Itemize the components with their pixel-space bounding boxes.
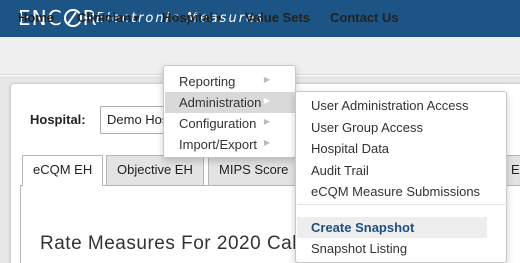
nav-value-sets[interactable]: Value Sets <box>245 10 310 25</box>
nav-home[interactable]: Home <box>18 10 54 25</box>
menu-item-label: Administration <box>179 95 262 110</box>
submenu-user-group-access[interactable]: User Group Access <box>297 117 487 138</box>
menu-item-administration[interactable]: Administration ▶ <box>165 92 296 113</box>
tab-ecqm-eh[interactable]: eCQM EH <box>22 155 104 186</box>
menu-item-label: Import/Export <box>179 137 258 152</box>
tab-objective-eh[interactable]: Objective EH <box>106 155 204 185</box>
nav-home-label: Home <box>18 10 55 25</box>
administration-submenu: User Administration Access User Group Ac… <box>295 91 507 263</box>
menu-item-label: Configuration <box>179 116 257 131</box>
chevron-right-icon: ▶ <box>263 117 270 126</box>
nav-value-sets-label: Value Sets <box>245 10 311 25</box>
nav-clinician[interactable]: Clinician ▾ <box>77 10 139 25</box>
menu-item-import-export[interactable]: Import/Export ▶ <box>165 134 296 155</box>
nav-clinician-label: Clinician <box>77 10 132 25</box>
chevron-down-icon: ▾ <box>216 13 221 23</box>
hospital-dropdown-menu: Reporting ▶ Administration ▶ Configurati… <box>163 65 296 158</box>
chevron-right-icon: ▶ <box>263 138 270 147</box>
nav-hospital[interactable]: Hospital ▾ <box>162 10 221 25</box>
submenu-audit-trail[interactable]: Audit Trail <box>297 160 487 181</box>
submenu-ecqm-measure-submissions[interactable]: eCQM Measure Submissions <box>297 181 487 202</box>
submenu-hospital-data[interactable]: Hospital Data <box>297 138 487 159</box>
submenu-create-snapshot[interactable]: Create Snapshot <box>297 217 487 238</box>
nav-contact-us[interactable]: Contact Us <box>330 10 399 25</box>
tab-mips-score[interactable]: MIPS Score <box>208 155 300 185</box>
submenu-user-administration-access[interactable]: User Administration Access <box>297 95 487 116</box>
menu-item-reporting[interactable]: Reporting ▶ <box>165 71 296 92</box>
chevron-down-icon: ▾ <box>134 13 139 23</box>
nav-hospital-label: Hospital <box>162 10 214 25</box>
chevron-right-icon: ▶ <box>263 96 270 105</box>
hospital-label: Hospital: <box>30 112 86 127</box>
nav-contact-us-label: Contact Us <box>330 10 399 25</box>
menu-item-configuration[interactable]: Configuration ▶ <box>165 113 296 134</box>
menu-item-label: Reporting <box>179 74 236 89</box>
submenu-snapshot-listing[interactable]: Snapshot Listing <box>297 238 487 259</box>
chevron-right-icon: ▶ <box>263 75 270 84</box>
menu-divider <box>297 204 507 205</box>
